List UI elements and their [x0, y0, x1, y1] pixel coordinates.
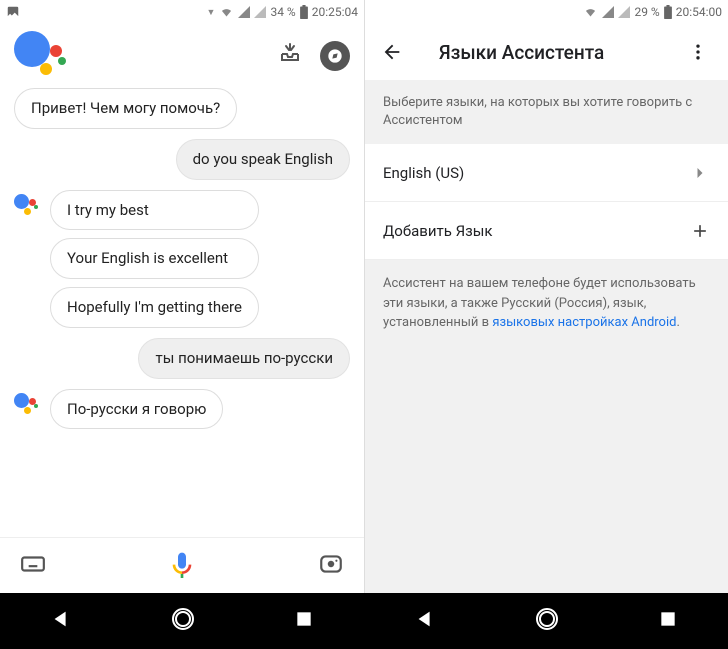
lens-icon[interactable]: [318, 551, 344, 581]
assistant-mini-logo-icon: [14, 194, 42, 218]
battery-icon: [300, 5, 308, 19]
add-language-label: Добавить Язык: [383, 222, 493, 240]
clock: 20:25:04: [312, 5, 358, 19]
message-bubble[interactable]: Привет! Чем могу помочь?: [14, 88, 237, 129]
android-nav-bar: [0, 593, 728, 649]
add-language-item[interactable]: Добавить Язык: [365, 202, 728, 260]
section-description: Выберите языки, на которых вы хотите гов…: [365, 80, 728, 144]
signal-icon: [602, 6, 614, 18]
language-primary-item[interactable]: English (US): [365, 144, 728, 202]
message-bubble[interactable]: do you speak English: [176, 139, 350, 180]
signal-empty-icon: [618, 6, 630, 18]
wifi-icon: [219, 6, 234, 18]
chat-area: Привет! Чем могу помочь? do you speak En…: [0, 82, 364, 537]
assistant-mini-logo-icon: [14, 393, 42, 417]
chevron-right-icon: [690, 163, 710, 183]
signal-empty-icon: [254, 6, 266, 18]
pictures-icon: [6, 5, 20, 19]
assistant-header: [0, 24, 364, 82]
phone-assistant: ▼ 34 % 20:25:04: [0, 0, 364, 593]
status-bar: ▼ 34 % 20:25:04: [0, 0, 364, 24]
wifi-icon: [583, 6, 598, 18]
more-icon[interactable]: [676, 30, 720, 74]
signal-icon: [238, 6, 250, 18]
message-bubble[interactable]: ты понимаешь по-русски: [138, 338, 350, 379]
message-bubble[interactable]: Your English is excellent: [50, 238, 259, 279]
nav-home-icon[interactable]: [171, 607, 195, 635]
nav-home-icon[interactable]: [535, 607, 559, 635]
nav-recents-icon[interactable]: [294, 609, 314, 633]
message-bubble[interactable]: Hopefully I'm getting there: [50, 287, 259, 328]
user-message: do you speak English: [14, 139, 350, 180]
assistant-message-group: I try my best Your English is excellent …: [14, 190, 350, 328]
assistant-input-bar: [0, 537, 364, 593]
clock: 20:54:00: [676, 5, 722, 19]
app-bar: Языки Ассистента: [365, 24, 728, 80]
message-bubble[interactable]: I try my best: [50, 190, 259, 231]
nav-back-icon[interactable]: [414, 608, 436, 634]
microphone-icon[interactable]: [166, 550, 198, 582]
battery-icon: [664, 5, 672, 19]
inbox-icon[interactable]: [278, 41, 302, 71]
assistant-message: По-русски я говорю: [14, 389, 350, 430]
page-title: Языки Ассистента: [439, 41, 652, 64]
status-bar: 29 % 20:54:00: [365, 0, 728, 24]
language-primary-label: English (US): [383, 164, 464, 182]
info-suffix: .: [676, 315, 679, 330]
back-icon[interactable]: [369, 29, 415, 75]
battery-percent: 29 %: [634, 5, 659, 19]
dropdown-icon: ▼: [207, 7, 216, 18]
assistant-message: Привет! Чем могу помочь?: [14, 88, 350, 129]
plus-icon: [690, 221, 710, 241]
battery-percent: 34 %: [270, 5, 295, 19]
explore-icon[interactable]: [320, 41, 350, 71]
nav-back-icon[interactable]: [50, 608, 72, 634]
android-language-settings-link[interactable]: языковых настройках Android: [492, 315, 676, 330]
phone-settings: 29 % 20:54:00 Языки Ассистента Выберите …: [364, 0, 728, 593]
message-bubble[interactable]: По-русски я говорю: [50, 389, 223, 430]
info-text: Ассистент на вашем телефоне будет исполь…: [365, 260, 728, 593]
user-message: ты понимаешь по-русски: [14, 338, 350, 379]
assistant-logo-icon: [14, 31, 74, 81]
nav-recents-icon[interactable]: [658, 609, 678, 633]
keyboard-icon[interactable]: [20, 551, 46, 581]
